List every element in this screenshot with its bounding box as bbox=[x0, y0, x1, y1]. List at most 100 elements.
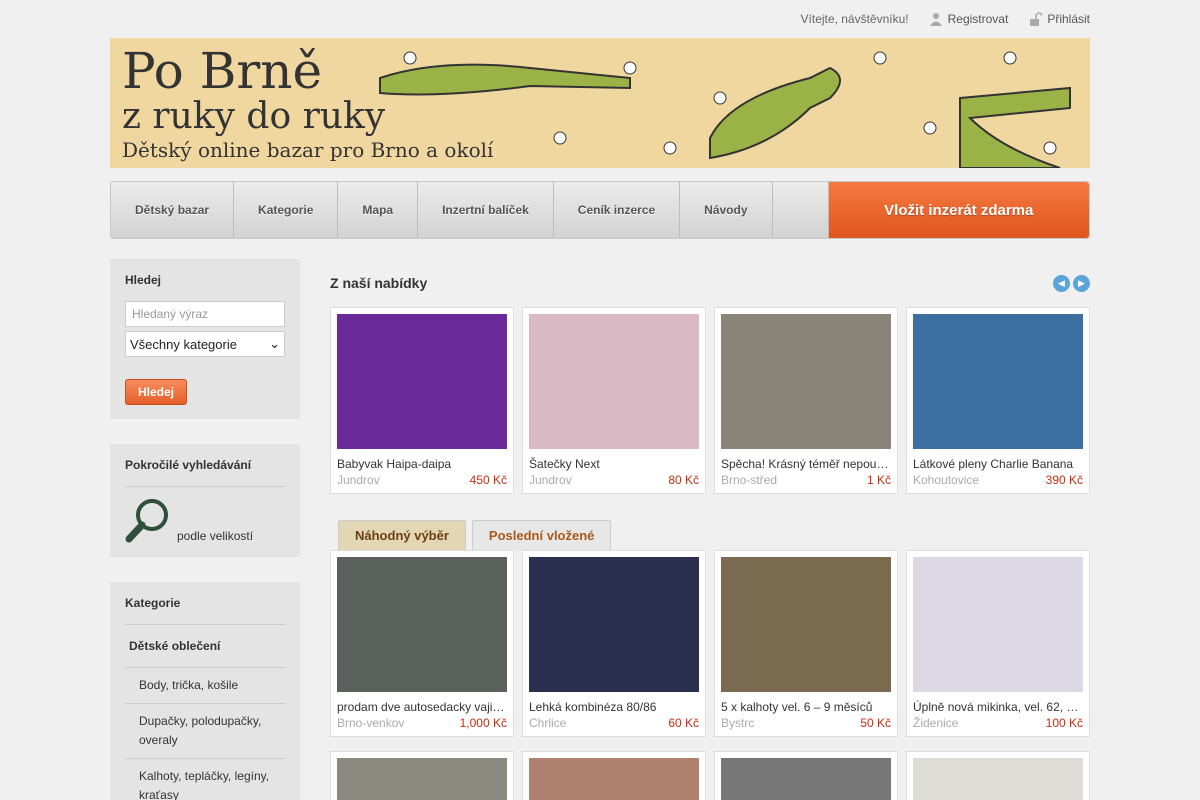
listing-location: Brno-venkov bbox=[337, 716, 405, 730]
nav-item-guides[interactable]: Návody bbox=[680, 182, 773, 238]
carousel-arrows: ◀ ▶ bbox=[1053, 274, 1090, 292]
listing-image[interactable] bbox=[913, 758, 1083, 800]
listing-image[interactable] bbox=[721, 314, 891, 449]
listing-card[interactable] bbox=[714, 751, 898, 800]
listing-card[interactable]: Babyvak Haipa-daipa Jundrov 450 Kč bbox=[330, 307, 514, 494]
subcategory-item[interactable]: Body, trička, košile bbox=[125, 668, 285, 704]
listing-card[interactable]: Šatečky Next Jundrov 80 Kč bbox=[522, 307, 706, 494]
listing-location: Kohoutovice bbox=[913, 473, 980, 487]
banner-title: Po Brně bbox=[122, 42, 323, 100]
search-box: Hledej Hledaný výraz Všechny kategorie ⌄… bbox=[110, 259, 300, 419]
login-link[interactable]: Přihlásit bbox=[1028, 12, 1090, 26]
listing-card[interactable]: Úplně nová mikinka, vel. 62, bílá Žideni… bbox=[906, 550, 1090, 737]
listing-card[interactable]: Spěcha! Krásný téměř nepoužívaný kočárek… bbox=[714, 307, 898, 494]
listing-card[interactable] bbox=[330, 751, 514, 800]
listing-image[interactable] bbox=[721, 758, 891, 800]
arrow-right-icon[interactable]: ▶ bbox=[1073, 274, 1090, 292]
banner-tagline: Dětský online bazar pro Brno a okolí bbox=[122, 138, 494, 162]
advanced-link[interactable]: podle velikostí bbox=[177, 529, 253, 543]
listing-image[interactable] bbox=[529, 758, 699, 800]
category-head[interactable]: Dětské oblečení bbox=[125, 624, 285, 668]
listing-location: Chrlice bbox=[529, 716, 567, 730]
random-grid: prodam dve autosedacky vajicka Brno-venk… bbox=[330, 550, 1090, 737]
listing-image[interactable] bbox=[721, 557, 891, 692]
login-label: Přihlásit bbox=[1047, 12, 1090, 26]
nav-item-categories[interactable]: Kategorie bbox=[234, 182, 339, 238]
listing-price: 1,000 Kč bbox=[459, 716, 507, 730]
register-link[interactable]: Registrovat bbox=[929, 12, 1009, 26]
arrow-left-icon[interactable]: ◀ bbox=[1053, 274, 1070, 292]
listing-card[interactable]: Lehká kombinéza 80/86 Chrlice 60 Kč bbox=[522, 550, 706, 737]
listing-card[interactable]: Látkové pleny Charlie Banana Kohoutovice… bbox=[906, 307, 1090, 494]
listing-image[interactable] bbox=[337, 314, 507, 449]
welcome-text: Vítejte, návštěvníku! bbox=[800, 12, 909, 26]
listing-card[interactable] bbox=[522, 751, 706, 800]
register-label: Registrovat bbox=[947, 12, 1009, 26]
listing-image[interactable] bbox=[337, 557, 507, 692]
listing-tabs: Náhodný výběr Poslední vložené bbox=[330, 518, 1090, 550]
listing-price: 450 Kč bbox=[469, 473, 507, 487]
header-banner[interactable]: Po Brně z ruky do ruky Dětský online baz… bbox=[110, 38, 1090, 168]
user-icon bbox=[929, 13, 942, 26]
listing-title[interactable]: prodam dve autosedacky vajicka bbox=[337, 700, 507, 714]
nav-item-package[interactable]: Inzertní balíček bbox=[418, 182, 554, 238]
listing-location: Jundrov bbox=[337, 473, 380, 487]
tab-random[interactable]: Náhodný výběr bbox=[338, 520, 466, 550]
search-input[interactable]: Hledaný výraz bbox=[125, 301, 285, 327]
tab-latest[interactable]: Poslední vložené bbox=[471, 520, 612, 550]
subcategory-item[interactable]: Kalhoty, tepláčky, legíny, kraťasy bbox=[125, 759, 285, 800]
main-nav: Dětský bazar Kategorie Mapa Inzertní bal… bbox=[110, 181, 1090, 239]
listing-image[interactable] bbox=[913, 557, 1083, 692]
nav-item-bazar[interactable]: Dětský bazar bbox=[111, 182, 235, 238]
listing-price: 80 Kč bbox=[668, 473, 699, 487]
lock-icon bbox=[1030, 12, 1043, 26]
subcategory-item[interactable]: Dupačky, polodupačky, overaly bbox=[125, 704, 285, 759]
listing-price: 390 Kč bbox=[1045, 473, 1083, 487]
banner-subtitle: z ruky do ruky bbox=[122, 96, 386, 137]
listing-location: Bystrc bbox=[721, 716, 755, 730]
listing-title[interactable]: Látkové pleny Charlie Banana bbox=[913, 457, 1083, 471]
categories-title: Kategorie bbox=[125, 596, 181, 610]
listing-price: 60 Kč bbox=[668, 716, 699, 730]
listing-card[interactable] bbox=[906, 751, 1090, 800]
nav-spacer bbox=[773, 182, 829, 238]
listing-image[interactable] bbox=[529, 557, 699, 692]
listing-location: Židenice bbox=[913, 716, 959, 730]
post-ad-button[interactable]: Vložit inzerát zdarma bbox=[828, 182, 1089, 238]
listing-price: 1 Kč bbox=[866, 473, 891, 487]
page: Vítejte, návštěvníku! Registrovat Přihlá… bbox=[110, 0, 1090, 800]
magnifier-icon bbox=[125, 499, 168, 543]
listing-title[interactable]: 5 x kalhoty vel. 6 – 9 měsíců bbox=[721, 700, 891, 714]
listing-image[interactable] bbox=[529, 314, 699, 449]
listing-card[interactable]: 5 x kalhoty vel. 6 – 9 měsíců Bystrc 50 K… bbox=[714, 550, 898, 737]
sidebar: Hledej Hledaný výraz Všechny kategorie ⌄… bbox=[110, 259, 300, 800]
top-bar: Vítejte, návštěvníku! Registrovat Přihlá… bbox=[110, 0, 1090, 38]
listing-title[interactable]: Úplně nová mikinka, vel. 62, bílá bbox=[913, 700, 1083, 714]
listing-location: Brno-střed bbox=[721, 473, 778, 487]
listing-title[interactable]: Lehká kombinéza 80/86 bbox=[529, 700, 699, 714]
listing-card[interactable]: prodam dve autosedacky vajicka Brno-venk… bbox=[330, 550, 514, 737]
advanced-search-box: Pokročilé vyhledávání podle velikostí bbox=[110, 444, 300, 557]
featured-title: Z naší nabídky bbox=[330, 275, 428, 291]
listing-title[interactable]: Šatečky Next bbox=[529, 457, 699, 471]
featured-grid: Babyvak Haipa-daipa Jundrov 450 Kč Šatečk… bbox=[330, 307, 1090, 494]
listing-location: Jundrov bbox=[529, 473, 572, 487]
search-button[interactable]: Hledej bbox=[125, 379, 188, 405]
listing-title[interactable]: Babyvak Haipa-daipa bbox=[337, 457, 507, 471]
advanced-link-row[interactable]: podle velikostí bbox=[125, 486, 285, 543]
listing-image[interactable] bbox=[337, 758, 507, 800]
advanced-title: Pokročilé vyhledávání bbox=[125, 458, 252, 472]
featured-header: Z naší nabídky ◀ ▶ bbox=[330, 259, 1090, 307]
nav-item-pricing[interactable]: Ceník inzerce bbox=[554, 182, 681, 238]
main-content: Z naší nabídky ◀ ▶ Babyvak Haipa-daipa J… bbox=[330, 259, 1090, 800]
search-title: Hledej bbox=[125, 273, 162, 287]
category-select-value: Všechny kategorie bbox=[130, 336, 237, 352]
listing-title[interactable]: Spěcha! Krásný téměř nepoužívaný kočárek bbox=[721, 457, 891, 471]
categories-box: Kategorie Dětské oblečení Body, trička, … bbox=[110, 582, 300, 800]
category-select[interactable]: Všechny kategorie ⌄ bbox=[125, 331, 285, 357]
listing-price: 100 Kč bbox=[1045, 716, 1083, 730]
chevron-down-icon: ⌄ bbox=[269, 336, 280, 351]
random-grid-row-3 bbox=[330, 751, 1090, 800]
listing-image[interactable] bbox=[913, 314, 1083, 449]
nav-item-map[interactable]: Mapa bbox=[338, 182, 419, 238]
